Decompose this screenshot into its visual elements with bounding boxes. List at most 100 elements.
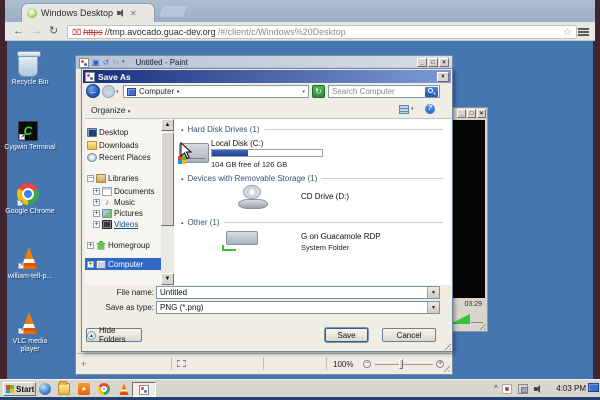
new-tab-button[interactable] — [158, 6, 188, 17]
tree-item-homegroup[interactable]: + Homegroup — [87, 239, 161, 251]
expand-icon[interactable]: + — [87, 260, 94, 268]
tree-item-recent-places[interactable]: Recent Places — [87, 151, 161, 163]
expand-icon[interactable]: + — [93, 198, 100, 206]
vlc-volume-slider[interactable] — [450, 314, 470, 324]
vlc-maximize-button[interactable]: □ — [467, 109, 476, 118]
organize-button[interactable]: Organize ▾ — [91, 105, 130, 115]
dialog-resize-grip[interactable] — [442, 341, 451, 350]
tab-close-icon[interactable]: ✕ — [130, 9, 137, 18]
paint-undo-icon[interactable]: ↺ — [103, 58, 110, 67]
save-type-dropdown-icon[interactable]: ▼ — [427, 302, 439, 313]
dialog-title: Save As — [98, 71, 131, 82]
recycle-bin-icon — [17, 51, 41, 77]
dialog-close-button[interactable]: × — [437, 71, 449, 82]
browser-tab[interactable]: Windows Desktop ✕ — [21, 3, 155, 22]
browser-menu-icon[interactable] — [578, 28, 589, 36]
cursor-position-icon: + — [81, 359, 87, 369]
paint-save-icon[interactable]: ▣ — [92, 58, 100, 67]
taskbar-clock[interactable]: 4:03 PM — [556, 384, 586, 393]
scrollbar-thumb[interactable] — [161, 132, 174, 226]
url-scheme: https — [83, 27, 103, 37]
file-name-input[interactable]: Untitled ▼ — [156, 286, 440, 299]
breadcrumb-separator-icon[interactable]: ▸ — [177, 88, 180, 95]
search-button[interactable] — [425, 87, 438, 97]
nav-history-dropdown-icon[interactable]: ▾ — [116, 89, 119, 95]
vlc-video-area — [449, 120, 485, 298]
collapse-icon[interactable]: − — [87, 174, 94, 182]
selection-size-icon — [177, 360, 186, 367]
url-path: /#/client/c/Windows%20Desktop — [217, 27, 346, 37]
browser-back-button[interactable]: ← — [13, 24, 24, 38]
drive-list-pane: ▴ Hard Disk Drives (1) Local Disk (C:) 10… — [174, 119, 451, 285]
tray-expand-icon[interactable]: ^ — [494, 384, 498, 393]
cygwin-terminal-icon: C ↗ — [18, 121, 38, 141]
expand-icon[interactable]: + — [93, 209, 100, 217]
browser-reload-button[interactable]: ↻ — [49, 24, 58, 38]
views-dropdown-icon[interactable]: ▾ — [411, 106, 414, 112]
dialog-title-bar[interactable]: Save As × — [83, 70, 451, 83]
qat-dropdown-icon[interactable]: ▾ — [122, 60, 125, 65]
quick-launch-explorer-icon[interactable] — [58, 381, 70, 395]
paint-status-bar: + 100% − + — [77, 353, 451, 373]
zoom-slider[interactable] — [399, 359, 403, 369]
breadcrumb[interactable]: Computer ▸ ▾ — [123, 85, 309, 98]
tree-item-computer[interactable]: + Computer — [85, 258, 161, 270]
show-desktop-icon[interactable] — [588, 383, 599, 392]
scroll-up-icon[interactable]: ▲ — [161, 119, 174, 131]
windows-taskbar: Start ▸ ^ 4:03 PM — [0, 379, 600, 397]
tree-item-videos[interactable]: + Videos — [93, 218, 167, 230]
disk-usage-fill — [212, 150, 249, 156]
save-button[interactable]: Save — [325, 328, 368, 342]
expand-icon[interactable]: + — [93, 187, 100, 195]
views-button-icon[interactable] — [399, 105, 409, 114]
quick-launch-media-player-icon[interactable]: ▸ — [78, 383, 90, 395]
quick-launch-browser-icon[interactable] — [39, 383, 51, 395]
scroll-down-icon[interactable]: ▼ — [161, 273, 174, 285]
search-icon — [428, 88, 433, 93]
paint-minimize-button[interactable]: _ — [417, 58, 427, 67]
tree-item-libraries[interactable]: − Libraries — [87, 172, 161, 184]
save-type-select[interactable]: PNG (*.png) ▼ — [156, 301, 440, 314]
tree-item-downloads[interactable]: Downloads — [87, 139, 161, 151]
zoom-in-button[interactable]: + — [436, 360, 444, 368]
breadcrumb-dropdown-icon[interactable]: ▾ — [302, 89, 305, 95]
browser-forward-button[interactable]: → — [31, 24, 42, 38]
group-header-other[interactable]: ▴ Other (1) — [181, 218, 443, 227]
breadcrumb-item[interactable]: Computer — [139, 87, 174, 96]
nav-forward-button[interactable]: → — [102, 85, 115, 98]
tree-item-desktop[interactable]: Desktop — [87, 126, 161, 138]
tray-network-icon[interactable] — [518, 384, 528, 394]
vlc-time: 03:29 — [464, 301, 482, 308]
group-header-removable[interactable]: ▴ Devices with Removable Storage (1) — [181, 174, 443, 183]
tray-volume-icon[interactable] — [534, 385, 544, 393]
documents-icon — [102, 186, 112, 196]
paint-redo-icon[interactable]: ↻ — [112, 58, 119, 67]
paint-task-button[interactable] — [132, 382, 156, 397]
tray-alert-icon[interactable] — [502, 384, 512, 394]
zoom-out-button[interactable]: − — [363, 360, 371, 368]
refresh-button[interactable]: ↻ — [312, 85, 325, 98]
group-header-hard-disks[interactable]: ▴ Hard Disk Drives (1) — [181, 125, 443, 134]
tree-scrollbar[interactable]: ▲ ▼ — [161, 119, 174, 285]
bookmark-star-icon[interactable]: ☆ — [563, 27, 572, 38]
desktop-tree-icon — [87, 127, 97, 137]
vlc-minimize-button[interactable]: _ — [457, 109, 466, 118]
tab-audio-icon[interactable] — [117, 9, 126, 17]
expand-icon[interactable]: + — [87, 241, 94, 249]
start-button[interactable]: Start — [3, 382, 36, 396]
address-bar[interactable]: ⌧ https //tmp.avocado.guac-dev.org /#/cl… — [67, 25, 577, 39]
collapse-up-icon: ▲ — [87, 330, 96, 340]
expand-icon[interactable]: + — [93, 220, 100, 228]
quick-launch-vlc-icon[interactable] — [119, 383, 129, 395]
search-input[interactable]: Search Computer — [328, 85, 440, 98]
vlc-close-button[interactable]: × — [477, 109, 486, 118]
hide-folders-button[interactable]: ▲ Hide Folders — [86, 326, 142, 344]
quick-launch-chrome-icon[interactable] — [98, 383, 110, 395]
nav-back-button[interactable]: ← — [86, 84, 100, 98]
cancel-button[interactable]: Cancel — [382, 328, 436, 342]
help-icon[interactable]: ? — [425, 104, 435, 114]
file-name-dropdown-icon[interactable]: ▼ — [427, 287, 439, 298]
paint-close-button[interactable]: × — [439, 58, 449, 67]
paint-maximize-button[interactable]: □ — [428, 58, 438, 67]
network-drive-icon — [222, 231, 258, 251]
